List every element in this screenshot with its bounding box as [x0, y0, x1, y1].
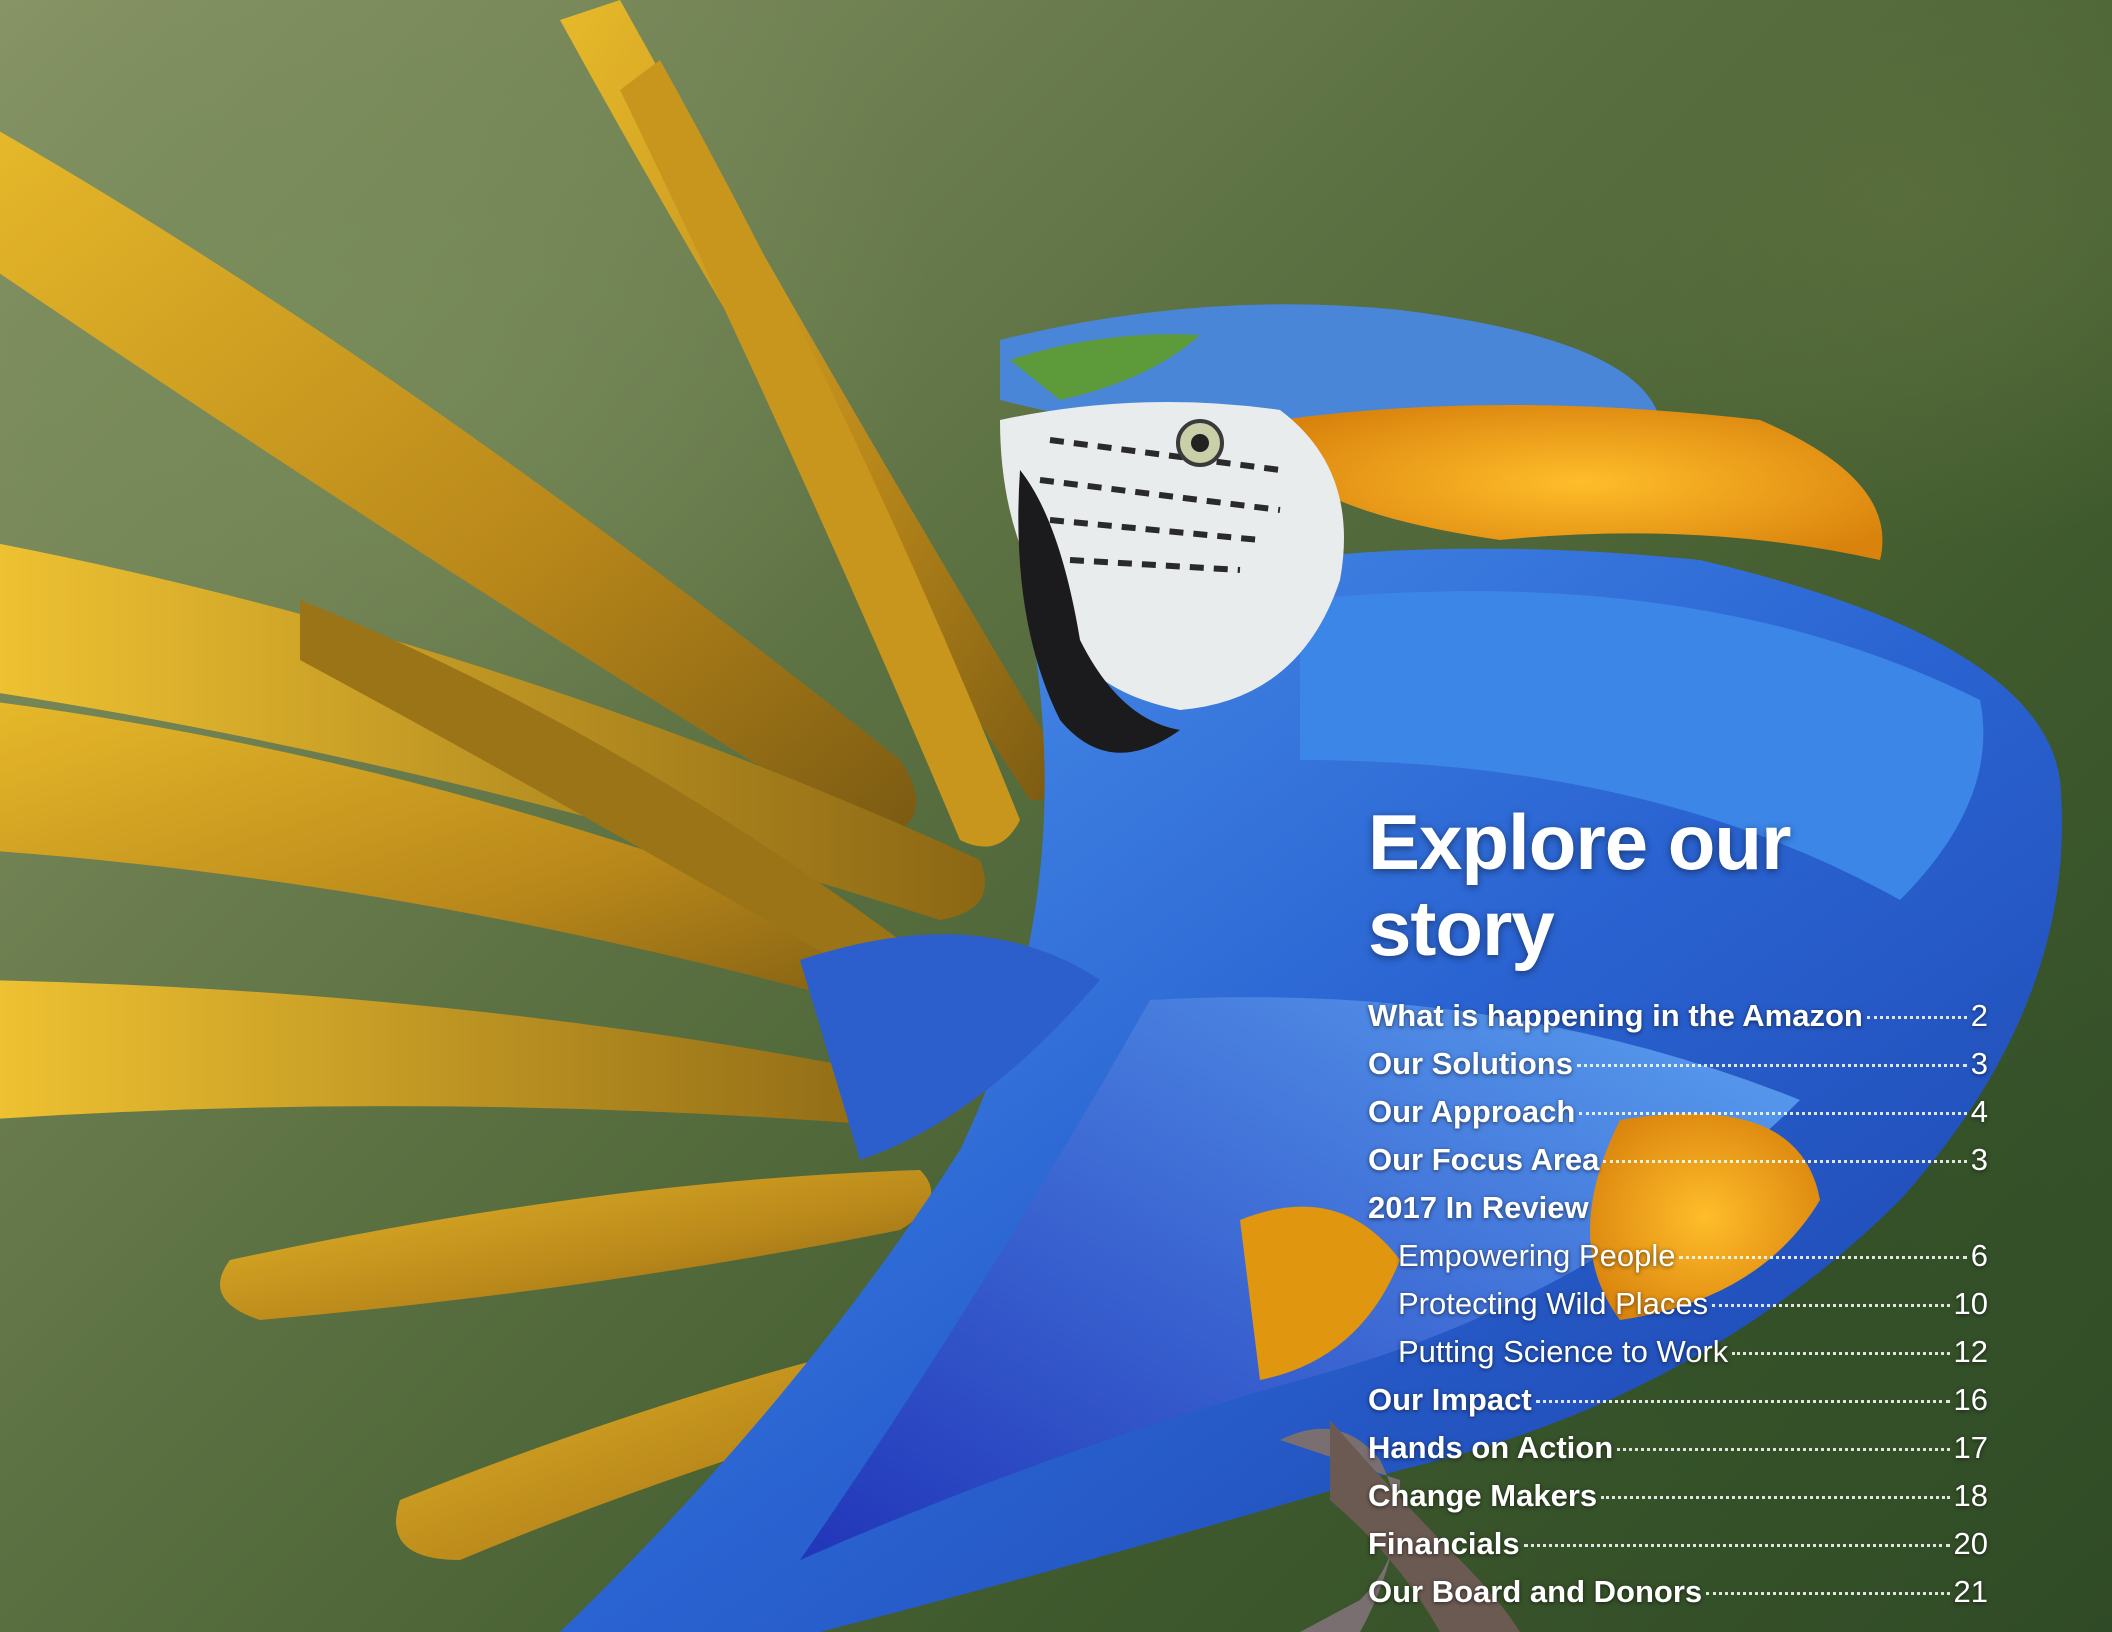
toc-entry-label: 2017 In Review: [1368, 1189, 1589, 1225]
toc-entry-label: Our Solutions: [1368, 1045, 1573, 1081]
toc-subentry[interactable]: Empowering People 6: [1368, 1238, 1988, 1286]
toc-entry-page: 4: [1970, 1093, 1988, 1129]
toc-entry-page: 2: [1970, 997, 1988, 1033]
toc-section-heading[interactable]: 2017 In Review: [1368, 1190, 1988, 1238]
toc-leader-dots: [1523, 1543, 1950, 1547]
toc-entry[interactable]: Our Approach 4: [1368, 1094, 1988, 1142]
toc-entry[interactable]: Our Solutions 3: [1368, 1046, 1988, 1094]
toc-entry-label: Empowering People: [1398, 1237, 1676, 1273]
toc-entry-page: 3: [1970, 1045, 1988, 1081]
toc-subentry[interactable]: Protecting Wild Places 10: [1368, 1286, 1988, 1334]
toc-entry-label: Our Focus Area: [1368, 1141, 1600, 1177]
toc-entry-label: What is happening in the Amazon: [1368, 997, 1863, 1033]
toc-entry-page: 16: [1953, 1381, 1988, 1417]
toc-entry-page: 3: [1970, 1141, 1988, 1177]
toc-entry[interactable]: Financials 20: [1368, 1526, 1988, 1574]
toc-subentry[interactable]: Putting Science to Work 12: [1368, 1334, 1988, 1382]
toc-entry[interactable]: Our Focus Area 3: [1368, 1142, 1988, 1190]
toc-entry-label: Financials: [1368, 1525, 1520, 1561]
toc-leader-dots: [1617, 1447, 1950, 1451]
toc-entry-label: Change Makers: [1368, 1477, 1598, 1513]
toc-entry-label: Our Impact: [1368, 1381, 1532, 1417]
toc-entry-label: Hands on Action: [1368, 1429, 1614, 1465]
toc-entry-label: Protecting Wild Places: [1398, 1285, 1709, 1321]
toc-entry[interactable]: What is happening in the Amazon 2: [1368, 998, 1988, 1046]
toc-entry-page: 6: [1970, 1237, 1988, 1273]
toc-entry[interactable]: Our Board and Donors 21: [1368, 1574, 1988, 1622]
toc-leader-dots: [1576, 1063, 1967, 1067]
toc-entry[interactable]: Hands on Action 17: [1368, 1430, 1988, 1478]
toc-entry-page: 17: [1953, 1429, 1988, 1465]
toc-entry[interactable]: Change Makers 18: [1368, 1478, 1988, 1526]
toc-leader-dots: [1866, 1015, 1967, 1019]
toc-entry-label: Putting Science to Work: [1398, 1333, 1729, 1369]
toc-entry[interactable]: Our Impact 16: [1368, 1382, 1988, 1430]
toc-entry-page: 18: [1953, 1477, 1988, 1513]
toc-entry-label: Our Approach: [1368, 1093, 1576, 1129]
toc-leader-dots: [1579, 1111, 1967, 1115]
toc-leader-dots: [1712, 1303, 1950, 1307]
toc-entry-page: 10: [1953, 1285, 1988, 1321]
toc-leader-dots: [1535, 1399, 1950, 1403]
toc-leader-dots: [1679, 1255, 1967, 1259]
toc-entry-page: 21: [1953, 1573, 1988, 1609]
toc-entry-page: 20: [1953, 1525, 1988, 1561]
table-of-contents: Explore our story What is happening in t…: [1368, 798, 1988, 1622]
toc-leader-dots: [1601, 1495, 1950, 1499]
toc-title: Explore our story: [1368, 798, 1791, 972]
toc-entry-page: 12: [1953, 1333, 1988, 1369]
toc-leader-dots: [1706, 1591, 1950, 1595]
toc-entry-label: Our Board and Donors: [1368, 1573, 1703, 1609]
toc-leader-dots: [1732, 1351, 1950, 1355]
toc-leader-dots: [1603, 1159, 1967, 1163]
